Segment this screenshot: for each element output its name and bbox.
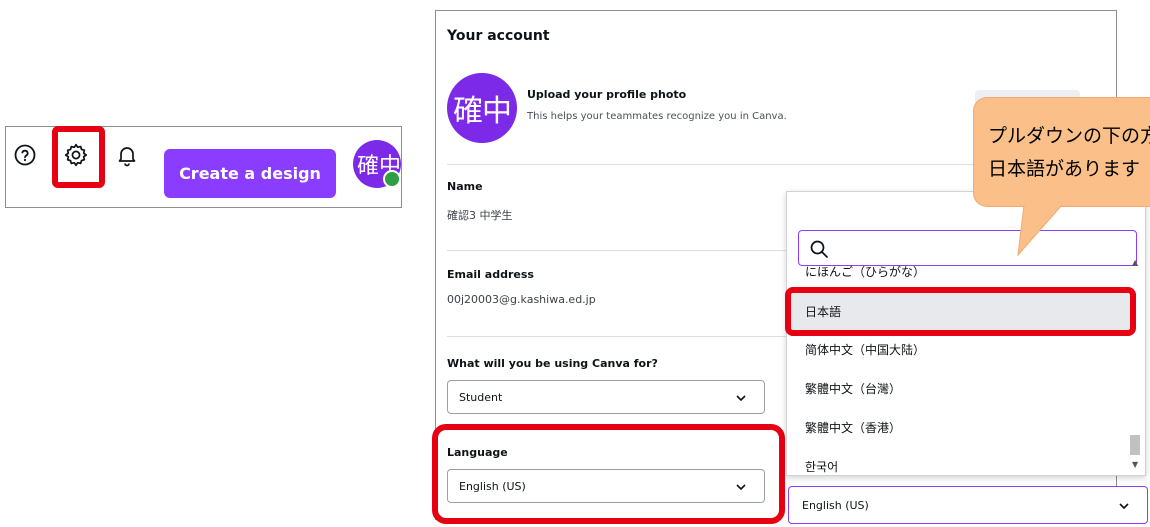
email-value: 00j20003@g.kashiwa.ed.jp <box>447 293 596 306</box>
scroll-thumb[interactable] <box>1130 435 1140 455</box>
chevron-down-icon <box>736 395 746 402</box>
page-title: Your account <box>447 28 550 44</box>
name-label: Name <box>447 180 483 193</box>
dropdown-item[interactable]: 繁體中文（香港） <box>805 419 901 436</box>
japanese-highlight-frame <box>785 287 1136 336</box>
avatar-status-badge <box>383 170 401 188</box>
upload-photo-title: Upload your profile photo <box>527 88 687 101</box>
question-circle-icon[interactable] <box>10 140 40 170</box>
callout-line-2: 日本語があります <box>988 158 1141 180</box>
dropdown-item[interactable]: にほんご（ひらがな） <box>805 263 925 280</box>
callout-line-1: プルダウンの下の方に <box>988 125 1150 147</box>
search-icon <box>810 240 828 258</box>
dropdown-item[interactable]: 한국어 <box>805 458 838 475</box>
upload-photo-subtitle: This helps your teammates recognize you … <box>527 111 787 122</box>
usage-select[interactable]: Student <box>447 380 765 414</box>
chevron-down-icon <box>1119 503 1129 510</box>
usage-select-value: Student <box>459 390 503 404</box>
bell-icon[interactable] <box>112 140 142 170</box>
callout-bubble: プルダウンの下の方に 日本語があります <box>973 97 1150 207</box>
language-select-open-value: English (US) <box>802 498 869 512</box>
settings-highlight-frame <box>52 126 105 188</box>
language-select-open[interactable]: English (US) <box>788 486 1148 524</box>
name-value: 確認3 中学生 <box>447 209 513 222</box>
dropdown-item[interactable]: 繁體中文（台灣） <box>805 380 901 397</box>
callout-tail <box>1017 205 1063 257</box>
search-input[interactable] <box>798 230 1137 266</box>
create-design-button[interactable]: Create a design <box>164 149 336 198</box>
scroll-up-arrow-icon[interactable]: ▲ <box>1132 258 1138 267</box>
dropdown-item[interactable]: 简体中文（中国大陆） <box>805 341 925 358</box>
usage-label: What will you be using Canva for? <box>447 357 658 370</box>
scroll-down-arrow-icon[interactable]: ▼ <box>1132 460 1138 469</box>
profile-avatar[interactable]: 確中 <box>447 73 517 143</box>
language-highlight-frame <box>432 424 785 524</box>
email-label: Email address <box>447 268 534 281</box>
